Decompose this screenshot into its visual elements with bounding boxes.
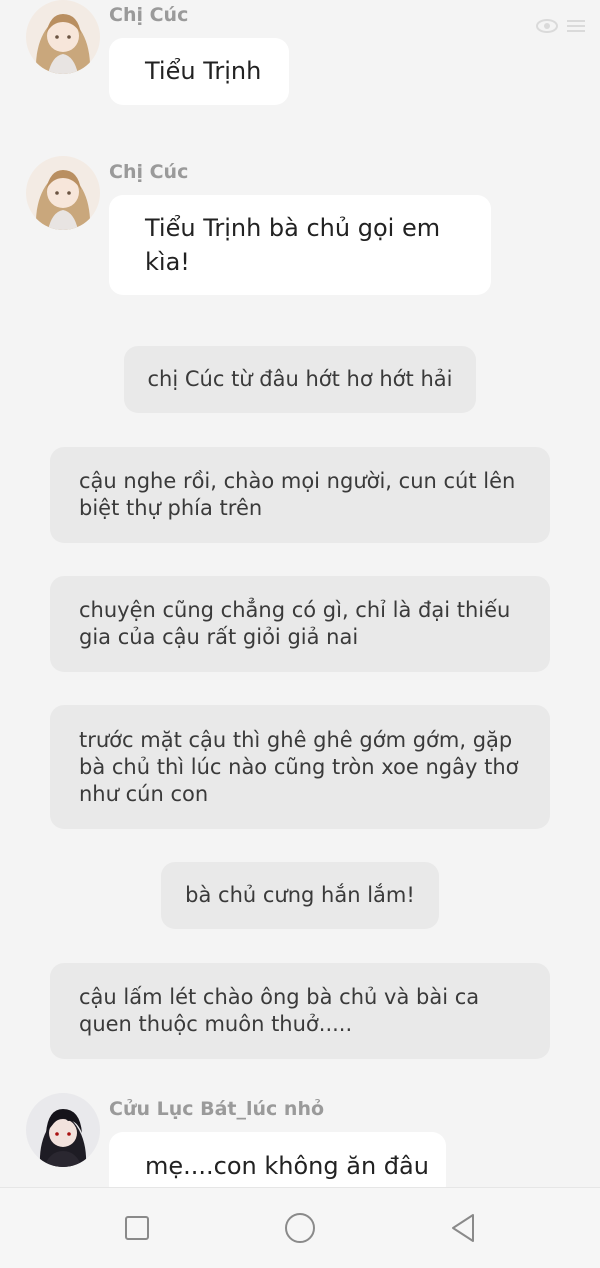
narration-bubble: chị Cúc từ đâu hớt hơ hớt hải [124,346,476,413]
chat-bubble: Tiểu Trịnh [109,38,289,105]
back-icon[interactable] [445,1210,481,1246]
narration-bubble: chuyện cũng chẳng có gì, chỉ là đại thiế… [50,576,550,672]
sender-name: Cửu Lục Bát_lúc nhỏ [109,1098,325,1120]
avatar-chi-cuc[interactable] [26,156,100,230]
recent-apps-icon[interactable] [119,1210,155,1246]
eye-icon[interactable] [536,18,558,38]
home-icon[interactable] [282,1210,318,1246]
narration-bubble: trước mặt cậu thì ghê ghê gớm gớm, gặp b… [50,705,550,829]
avatar-chi-cuc[interactable] [26,0,100,74]
chat-bubble: Tiểu Trịnh bà chủ gọi em kìa! [109,195,491,295]
narration-bubble: cậu nghe rồi, chào mọi người, cun cút lê… [50,447,550,543]
chat-screen: Chị Cúc Tiểu Trịnh Chị Cúc Tiểu Trịnh bà… [0,0,600,1187]
narration-bubble: bà chủ cưng hắn lắm! [161,862,439,929]
chat-bubble: mẹ....con không ăn đâu [109,1132,446,1187]
narration-bubble: cậu lấm lét chào ông bà chủ và bài ca qu… [50,963,550,1059]
list-icon[interactable] [566,18,586,38]
sender-name: Chị Cúc [109,161,189,183]
top-icons [536,18,586,38]
sender-name: Chị Cúc [109,4,189,26]
avatar-cuu-luc-bat[interactable] [26,1093,100,1167]
navigation-bar [0,1187,600,1268]
